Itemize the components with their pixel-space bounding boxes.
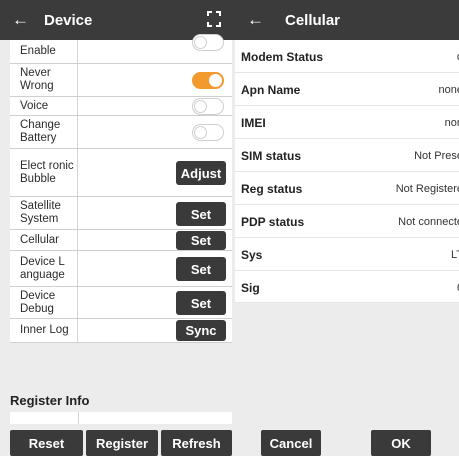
info-row-imei: IMEI non — [235, 106, 459, 139]
setting-label: Satellite System — [10, 197, 78, 229]
back-arrow-icon[interactable]: ← — [247, 10, 264, 30]
setting-row-never-wrong: Never Wrong — [10, 64, 232, 97]
info-value: Not connecte — [398, 216, 459, 228]
info-value: Not Prese — [414, 150, 459, 162]
device-screen: ← Device Enable Never Wrong Voice Change… — [0, 0, 233, 456]
setting-row-change-battery: Change Battery — [10, 116, 232, 149]
setting-row-device-language: Device L anguage Set — [10, 251, 232, 287]
setting-row-electronic-bubble: Elect ronic Bubble Adjust — [10, 149, 232, 197]
sync-button[interactable]: Sync — [176, 320, 226, 341]
setting-label: Elect ronic Bubble — [10, 149, 78, 196]
info-value: non — [444, 117, 459, 129]
setting-row-cellular: Cellular Set — [10, 230, 232, 251]
refresh-button[interactable]: Refresh — [161, 430, 232, 456]
register-info-heading: Register Info — [10, 393, 90, 408]
never-wrong-toggle[interactable] — [192, 72, 224, 89]
setting-label: Enable — [10, 40, 78, 63]
info-key: Apn Name — [241, 83, 301, 97]
ok-button[interactable]: OK — [371, 430, 431, 456]
setting-row-satellite-system: Satellite System Set — [10, 197, 232, 230]
voice-toggle[interactable] — [192, 98, 224, 115]
info-key: PDP status — [241, 215, 305, 229]
setting-label: Voice — [10, 97, 78, 115]
info-value: Not Registere — [395, 183, 459, 195]
info-value: LT — [450, 249, 459, 261]
reset-button[interactable]: Reset — [10, 430, 83, 456]
info-key: Reg status — [241, 182, 303, 196]
info-row-pdp-status: PDP status Not connecte — [235, 205, 459, 238]
enable-toggle[interactable] — [192, 34, 224, 51]
cancel-button[interactable]: Cancel — [261, 430, 321, 456]
setting-row-enable: Enable — [10, 34, 232, 64]
info-row-modem-status: Modem Status o — [235, 40, 459, 73]
setting-label: Cellular — [10, 230, 78, 250]
setting-row-device-debug: Device Debug Set — [10, 287, 232, 319]
device-settings-table: Enable Never Wrong Voice Change Battery … — [10, 34, 232, 343]
setting-label: Never Wrong — [10, 64, 78, 96]
setting-label: Change Battery — [10, 116, 78, 148]
setting-label: Inner Log — [10, 319, 78, 342]
setting-label: Device Debug — [10, 287, 78, 318]
page-title: Device — [44, 12, 93, 29]
satellite-set-button[interactable]: Set — [176, 202, 226, 226]
cellular-info-list: Modem Status o Apn Name none IMEI non SI… — [235, 40, 459, 303]
info-key: Sig — [241, 281, 260, 295]
info-key: IMEI — [241, 116, 266, 130]
expand-icon[interactable] — [207, 11, 221, 27]
setting-label: Device L anguage — [10, 251, 78, 286]
info-key: SIM status — [241, 149, 302, 163]
page-title: Cellular — [285, 12, 341, 29]
info-key: Sys — [241, 248, 263, 262]
info-row-apn-name: Apn Name none — [235, 73, 459, 106]
cellular-appbar: ← Cellular — [233, 0, 459, 40]
register-info-table — [10, 412, 232, 424]
language-set-button[interactable]: Set — [176, 257, 226, 281]
info-row-reg-status: Reg status Not Registere — [235, 172, 459, 205]
register-button[interactable]: Register — [86, 430, 158, 456]
back-arrow-icon[interactable]: ← — [12, 10, 29, 30]
setting-row-voice: Voice — [10, 97, 232, 116]
info-row-sim-status: SIM status Not Prese — [235, 139, 459, 172]
info-key: Modem Status — [241, 50, 324, 64]
info-value: none — [438, 84, 459, 96]
cellular-screen: ← Cellular Modem Status o Apn Name none … — [233, 0, 459, 456]
info-row-sig: Sig 6 — [235, 271, 459, 303]
debug-set-button[interactable]: Set — [176, 291, 226, 315]
cellular-set-button[interactable]: Set — [176, 231, 226, 250]
change-battery-toggle[interactable] — [192, 124, 224, 141]
info-row-sys: Sys LT — [235, 238, 459, 271]
adjust-button[interactable]: Adjust — [176, 161, 226, 185]
setting-row-inner-log: Inner Log Sync — [10, 319, 232, 343]
